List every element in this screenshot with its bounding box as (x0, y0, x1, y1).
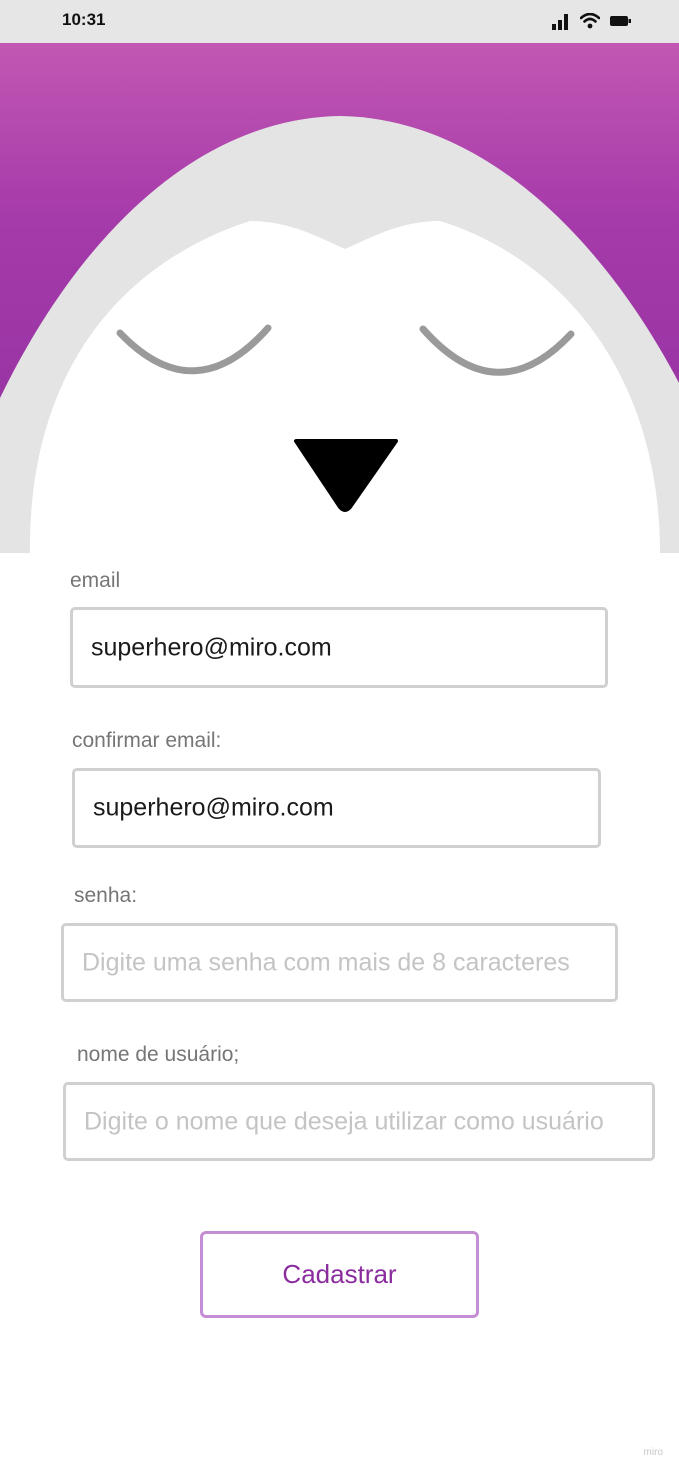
status-time: 10:31 (62, 10, 106, 29)
battery-icon (610, 16, 631, 26)
status-icons (552, 12, 631, 30)
register-button-label: Cadastrar (282, 1259, 397, 1289)
confirm-email-value: superhero@miro.com (93, 793, 334, 822)
username-placeholder: Digite o nome que deseja utilizar como u… (84, 1107, 604, 1135)
password-placeholder: Digite uma senha com mais de 8 caractere… (82, 948, 570, 976)
email-field[interactable]: superhero@miro.com (70, 607, 608, 688)
hero-illustration (0, 43, 679, 553)
status-bar: 10:31 (0, 0, 679, 43)
password-label: senha: (74, 884, 138, 907)
miro-watermark: miro (643, 1447, 663, 1458)
confirm-email-field[interactable]: superhero@miro.com (72, 768, 601, 848)
username-label: nome de usuário; (77, 1043, 240, 1066)
password-field[interactable]: Digite uma senha com mais de 8 caractere… (61, 923, 618, 1002)
signal-icon (552, 13, 568, 30)
email-label: email (70, 569, 121, 592)
wifi-icon (580, 13, 600, 29)
email-value: superhero@miro.com (91, 633, 332, 661)
register-button[interactable]: Cadastrar (200, 1231, 479, 1318)
confirm-email-label: confirmar email: (72, 729, 222, 752)
username-field[interactable]: Digite o nome que deseja utilizar como u… (63, 1082, 655, 1161)
